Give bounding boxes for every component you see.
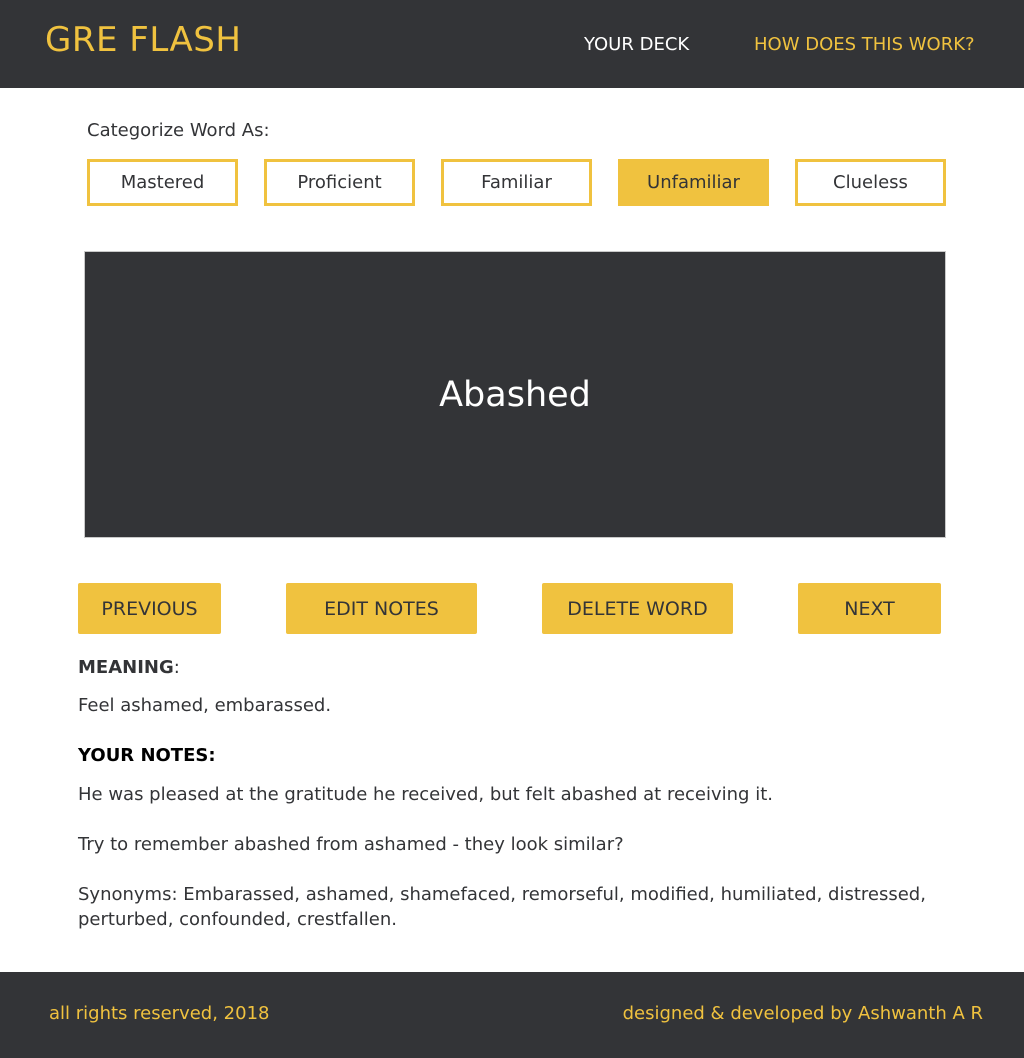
footer: all rights reserved, 2018 designed & dev… [0,972,1024,1058]
top-navbar: GRE FLASH YOUR DECK HOW DOES THIS WORK? [0,0,1024,88]
footer-credits: designed & developed by Ashwanth A R [622,1003,983,1024]
brand-logo[interactable]: GRE FLASH [45,20,241,60]
delete-word-button[interactable]: DELETE WORD [542,583,733,634]
category-familiar-button[interactable]: Familiar [441,159,592,206]
flashcard[interactable]: Abashed [84,251,946,538]
category-mastered-button[interactable]: Mastered [87,159,238,206]
meaning-heading-label: MEANING [78,657,174,678]
next-button[interactable]: NEXT [798,583,941,634]
nav-your-deck[interactable]: YOUR DECK [584,34,689,55]
notes-heading: YOUR NOTES: [78,745,216,766]
flashcard-word: Abashed [439,374,591,415]
nav-how-it-works[interactable]: HOW DOES THIS WORK? [754,34,975,55]
previous-button[interactable]: PREVIOUS [78,583,221,634]
meaning-text: Feel ashamed, embarassed. [78,695,332,716]
note-item: Try to remember abashed from ashamed - t… [78,834,624,855]
category-clueless-button[interactable]: Clueless [795,159,946,206]
note-item: Synonyms: Embarassed, ashamed, shameface… [78,884,926,930]
edit-notes-button[interactable]: EDIT NOTES [286,583,477,634]
category-proficient-button[interactable]: Proficient [264,159,415,206]
note-item: He was pleased at the gratitude he recei… [78,784,773,805]
meaning-heading: MEANING: [78,657,180,678]
category-unfamiliar-button[interactable]: Unfamiliar [618,159,769,206]
categorize-label: Categorize Word As: [87,120,270,141]
footer-copyright: all rights reserved, 2018 [49,1003,270,1024]
